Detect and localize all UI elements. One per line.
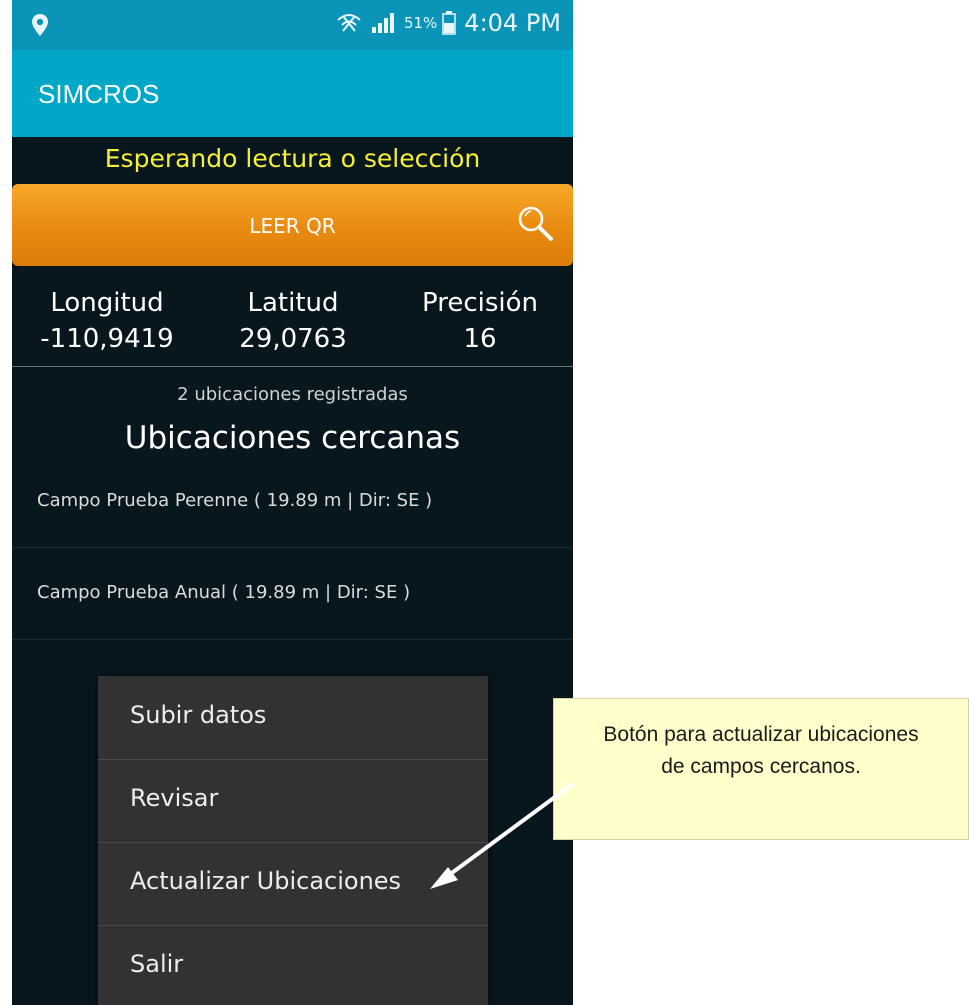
list-item[interactable]: Campo Prueba Perenne ( 19.89 m | Dir: SE… <box>12 455 573 548</box>
callout-text: Botón para actualizar ubicaciones de cam… <box>603 723 919 778</box>
menu-item-update-locations[interactable]: Actualizar Ubicaciones <box>98 842 488 926</box>
latitude-block: Latitud 29,0763 <box>198 285 388 357</box>
status-time: 4:04 PM <box>464 9 561 37</box>
longitude-block: Longitud -110,9419 <box>12 285 202 357</box>
menu-item-label: Revisar <box>130 784 219 812</box>
locations-count: 2 ubicaciones registradas <box>177 384 408 405</box>
status-message: Esperando lectura o selección <box>104 144 481 173</box>
read-qr-label: LEER QR <box>249 214 336 238</box>
app-title: SIMCROS <box>38 79 160 109</box>
signal-bars-icon <box>371 13 394 33</box>
list-item-label: Campo Prueba Perenne ( 19.89 m | Dir: SE… <box>37 490 433 511</box>
overflow-menu: Subir datos Revisar Actualizar Ubicacion… <box>98 676 488 1005</box>
no-signal-icon <box>337 14 361 32</box>
menu-item-label: Actualizar Ubicaciones <box>130 867 402 895</box>
precision-block: Precisión 16 <box>385 285 573 357</box>
list-item-label: Campo Prueba Anual ( 19.89 m | Dir: SE ) <box>37 582 411 603</box>
app-bar: SIMCROS <box>12 50 573 137</box>
menu-item-label: Subir datos <box>130 701 267 729</box>
search-icon <box>518 206 553 241</box>
menu-item-exit[interactable]: Salir <box>98 925 488 1005</box>
phone-screen: 51% 4:04 PM SIMCROS Esperando lectura o … <box>12 0 573 1005</box>
locations-heading: Ubicaciones cercanas <box>124 420 461 456</box>
latitude-value: 29,0763 <box>239 324 347 354</box>
annotation-callout: Botón para actualizar ubicaciones de cam… <box>553 698 969 840</box>
divider <box>12 366 573 367</box>
read-qr-button[interactable]: LEER QR <box>12 184 573 266</box>
longitude-label: Longitud <box>50 288 164 318</box>
menu-item-label: Salir <box>130 950 184 978</box>
latitude-label: Latitud <box>247 288 339 318</box>
location-pin-icon <box>32 14 48 36</box>
status-bar: 51% 4:04 PM <box>12 0 573 50</box>
list-item[interactable]: Campo Prueba Anual ( 19.89 m | Dir: SE ) <box>12 547 573 640</box>
battery-icon <box>442 11 457 35</box>
battery-percent: 51% <box>403 14 438 32</box>
menu-item-review[interactable]: Revisar <box>98 759 488 843</box>
menu-item-upload-data[interactable]: Subir datos <box>98 676 488 760</box>
precision-value: 16 <box>463 324 497 354</box>
longitude-value: -110,9419 <box>40 324 174 354</box>
precision-label: Precisión <box>421 288 538 318</box>
